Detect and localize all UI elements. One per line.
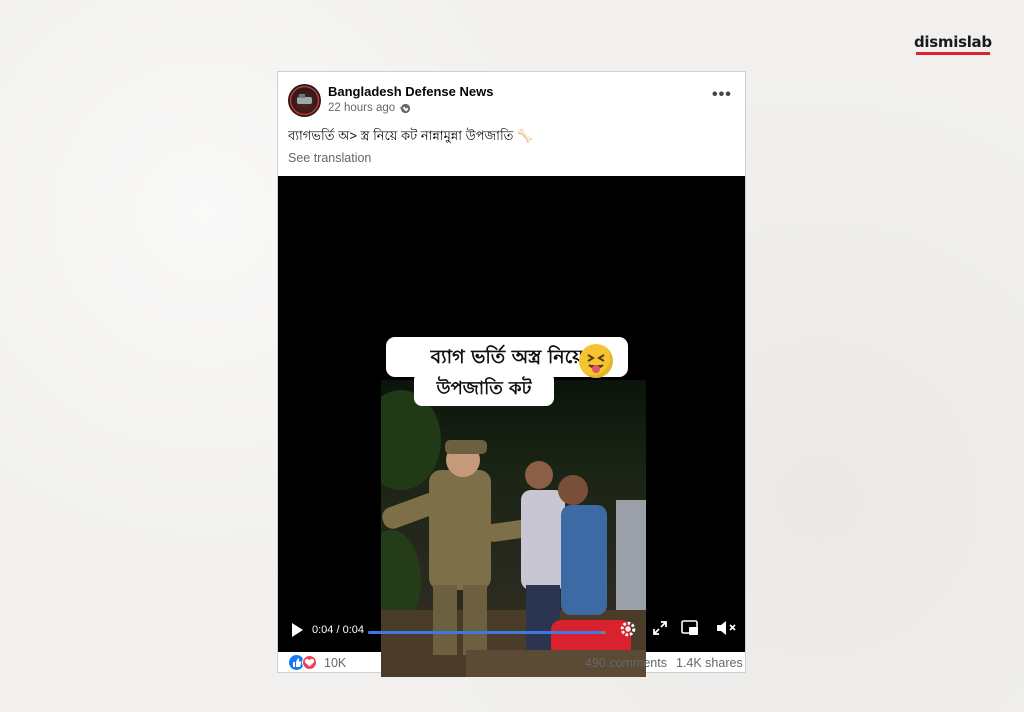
privacy-globe-icon [400,103,411,114]
pip-icon[interactable] [681,620,699,636]
video-progress-fill [368,631,602,634]
comments-count[interactable]: 490 comments [585,656,667,670]
page-avatar[interactable] [288,84,321,117]
logo-underline [916,52,990,55]
post-footer: 10K 490 comments 1.4K shares [278,652,745,674]
dismislab-logo: dismislab [914,33,992,51]
see-translation-link[interactable]: See translation [288,151,371,165]
more-options-icon[interactable]: ••• [712,86,732,104]
reaction-count[interactable]: 10K [324,656,346,670]
post-text: ব্যাগভর্তি অ> স্ত্র নিয়ে কট নান্নামুন্ন… [288,128,534,143]
video-controls: 0:04 / 0:04 [278,616,745,646]
video-progress-bar[interactable] [368,631,606,634]
post-time[interactable]: 22 hours ago · [328,102,402,114]
fullscreen-icon[interactable] [652,620,668,636]
facebook-post: Bangladesh Defense News 22 hours ago · •… [277,71,746,677]
video-timecode: 0:04 / 0:04 [312,624,364,636]
shares-count[interactable]: 1.4K shares [676,656,743,670]
video-caption-line2: উপজাতি কট [414,372,554,406]
volume-muted-icon[interactable] [716,620,738,636]
settings-icon[interactable] [619,620,637,638]
squinting-tongue-emoji-icon [579,344,613,378]
play-icon[interactable] [290,622,304,638]
page-name[interactable]: Bangladesh Defense News [328,84,493,99]
love-reaction-icon[interactable] [302,655,317,670]
video-player[interactable]: ব্যাগ ভর্তি অস্ত্র নিয়ে উপজাতি কট 0:04 … [278,176,745,677]
